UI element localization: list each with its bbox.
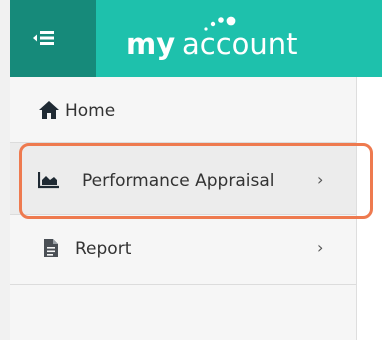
sidebar-item-label: Report	[75, 239, 132, 259]
chevron-right-icon: ›	[317, 238, 324, 257]
sidebar-item-performance-appraisal[interactable]: Performance Appraisal ›	[10, 143, 356, 215]
sidebar-item-home[interactable]: Home	[10, 77, 356, 143]
sidebar: Home Performance Appraisal › Report ›	[10, 77, 357, 340]
app-header: my account	[10, 0, 382, 77]
document-icon	[44, 239, 58, 257]
menu-toggle-button[interactable]	[10, 0, 96, 77]
sidebar-item-label: Home	[65, 101, 116, 121]
menu-collapse-icon	[33, 31, 54, 45]
brand-account-text: account	[182, 27, 298, 61]
home-icon	[39, 101, 59, 119]
app-frame: my account Home Performance Appraisal ›	[0, 0, 382, 340]
area-chart-icon	[38, 172, 59, 189]
chevron-right-icon: ›	[317, 170, 324, 189]
sidebar-item-label: Performance Appraisal	[82, 171, 275, 191]
brand-my-text: my	[126, 27, 176, 61]
sidebar-item-report[interactable]: Report ›	[10, 215, 356, 285]
content-pane	[357, 77, 382, 340]
